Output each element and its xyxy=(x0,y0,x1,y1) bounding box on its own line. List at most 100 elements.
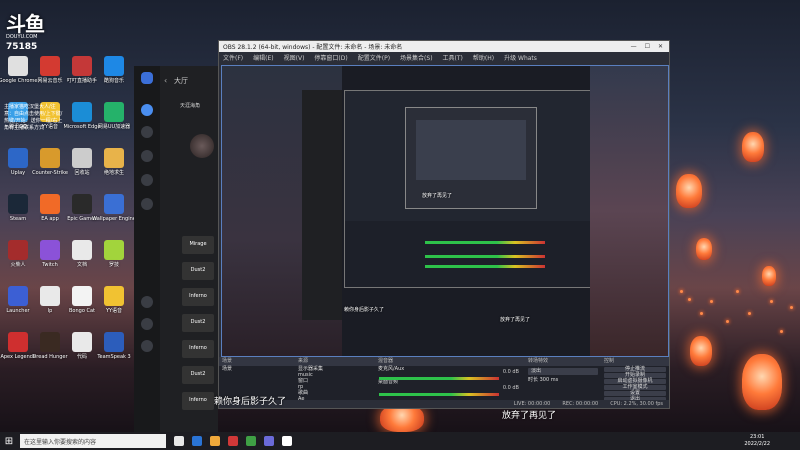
duration-input[interactable]: 300 ms xyxy=(540,377,559,383)
add-icon[interactable] xyxy=(141,150,153,162)
map-tile-label: Mirage xyxy=(189,241,207,247)
desktop-icon[interactable]: TeamSpeak 3 xyxy=(97,332,131,360)
menu-item[interactable]: 帮助(H) xyxy=(473,53,494,62)
map-tile[interactable]: Dust2 xyxy=(182,262,214,280)
desktop-icon[interactable]: 绝地求生 xyxy=(98,148,130,176)
desktop-icon-label: Steam xyxy=(9,216,27,222)
home-icon[interactable] xyxy=(141,104,153,116)
menu-item[interactable]: 工具(T) xyxy=(443,53,463,62)
map-tile[interactable]: Inferno xyxy=(182,392,214,410)
map-tile-label: Inferno xyxy=(189,293,207,299)
windows-start-icon[interactable]: ⊞ xyxy=(0,432,18,450)
settings-icon[interactable] xyxy=(141,340,153,352)
obs-dock: 场景 场景 来源 显示器采集 music 窗口 rp 歌曲 Ae 混音器 麦克风/Aux … xyxy=(219,357,669,408)
taskbar-search-input[interactable]: 在这里输入你要搜索的内容 xyxy=(20,434,166,448)
app-icon xyxy=(72,286,92,306)
lantern-icon xyxy=(696,238,712,260)
mixer-db: 0.0 dB xyxy=(502,369,519,375)
menu-item[interactable]: 编辑(E) xyxy=(253,53,273,62)
taskbar: ⊞ 在这里输入你要搜索的内容 23:01 2022/2/22 xyxy=(0,432,800,450)
scene-item[interactable]: 场景 xyxy=(219,366,295,373)
map-tile[interactable]: Dust2 xyxy=(182,366,214,384)
lobby-title: 大厅 xyxy=(174,77,188,85)
desktop-icon-label: 回收站 xyxy=(74,170,90,176)
taskbar-app-icon[interactable] xyxy=(228,436,238,446)
desktop-icon[interactable]: Launcher xyxy=(2,286,34,314)
desktop-icon[interactable]: 酷狗音乐 xyxy=(98,56,130,84)
menu-item[interactable]: 视图(V) xyxy=(284,53,305,62)
desktop-icon[interactable]: Uplay xyxy=(2,148,34,176)
friends-icon[interactable] xyxy=(141,126,153,138)
minimize-button[interactable]: — xyxy=(631,43,637,50)
mixer-meter xyxy=(379,377,499,380)
map-tile-label: Inferno xyxy=(189,397,207,403)
desktop-icon[interactable]: 回收站 xyxy=(66,148,98,176)
close-button[interactable]: ✕ xyxy=(658,43,663,50)
app-icon xyxy=(40,194,60,214)
taskbar-clock[interactable]: 23:01 2022/2/22 xyxy=(744,434,770,448)
taskbar-app-icon[interactable] xyxy=(210,436,220,446)
app-icon xyxy=(72,332,92,352)
obs-window: OBS 28.1.2 (64-bit, windows) - 配置文件: 未命名… xyxy=(218,40,670,409)
menu-item[interactable]: 配置文件(P) xyxy=(358,53,390,62)
menu-item[interactable]: 场景集合(S) xyxy=(400,53,433,62)
taskbar-app-icon[interactable] xyxy=(282,436,292,446)
menu-item[interactable]: 停靠窗口(D) xyxy=(314,53,347,62)
maximize-button[interactable]: ☐ xyxy=(645,43,650,50)
app-logo-icon[interactable] xyxy=(141,72,153,84)
desktop-icon[interactable]: 叮叮直播助手 xyxy=(66,56,98,84)
taskbar-app-icon[interactable] xyxy=(264,436,274,446)
desktop-icon[interactable]: Google Chrome xyxy=(0,56,37,84)
desktop-icon-label: Microsoft Edge xyxy=(63,124,101,130)
back-icon[interactable]: ‹ xyxy=(164,76,167,85)
desktop-icon-label: YY语音 xyxy=(105,308,123,314)
desktop-icon[interactable]: 文档 xyxy=(66,240,98,268)
desktop-icon[interactable]: EA app xyxy=(34,194,66,222)
desktop-icon-label: Wallpaper Engine xyxy=(92,216,136,222)
add-icon[interactable] xyxy=(141,198,153,210)
taskbar-app-icon[interactable] xyxy=(192,436,202,446)
map-tile-label: Dust2 xyxy=(190,371,206,377)
app-icon xyxy=(104,240,124,260)
desktop-icon[interactable]: Bongo Cat xyxy=(66,286,98,314)
desktop-icon[interactable]: Twitch xyxy=(34,240,66,268)
map-tile-label: Dust2 xyxy=(190,267,206,273)
add-icon[interactable] xyxy=(141,174,153,186)
desktop-icon[interactable]: 网易云音乐 xyxy=(34,56,66,84)
desktop-icon[interactable]: lp xyxy=(34,286,66,314)
mixer-db: 0.0 dB xyxy=(502,385,519,391)
map-tile[interactable]: Dust2 xyxy=(182,314,214,332)
map-tile[interactable]: Mirage xyxy=(182,236,214,254)
desktop-icon[interactable]: 代码 xyxy=(66,332,98,360)
desktop-icon[interactable]: Counter-Strike xyxy=(32,148,68,176)
search-icon[interactable] xyxy=(141,296,153,308)
desktop-icon[interactable]: YY语音 xyxy=(98,286,130,314)
menu-item[interactable]: 升级 Whats xyxy=(504,53,537,62)
desktop-icon[interactable]: 网易UU加速器 xyxy=(98,102,130,130)
lobby-app-rail xyxy=(134,66,160,434)
nested-obs-preview: 放弃了再见了 xyxy=(344,90,592,288)
taskbar-app-icon[interactable] xyxy=(246,436,256,446)
map-tile[interactable]: Inferno xyxy=(182,340,214,358)
douyu-logo: 斗鱼 xyxy=(6,12,45,36)
app-icon xyxy=(8,240,28,260)
desktop-icon[interactable]: Steam xyxy=(2,194,34,222)
desktop-icon[interactable]: Microsoft Edge xyxy=(63,102,101,130)
desktop-icon-label: EA app xyxy=(41,216,59,222)
desktop-icon[interactable]: Wallpaper Engine xyxy=(92,194,136,222)
menu-item[interactable]: 文件(F) xyxy=(223,53,243,62)
desktop-icon[interactable]: Apex Legends xyxy=(0,332,36,360)
map-tile[interactable]: Inferno xyxy=(182,288,214,306)
transition-select[interactable]: 淡出 xyxy=(528,368,598,375)
desktop-icon[interactable]: 火柴人 xyxy=(2,240,34,268)
desktop-icon-label: TeamSpeak 3 xyxy=(97,354,131,360)
mixer-meter xyxy=(379,393,499,396)
desktop-icon[interactable]: 罗技 xyxy=(98,240,130,268)
taskbar-app-icon[interactable] xyxy=(174,436,184,446)
desktop-icon[interactable]: Dread Hunger xyxy=(32,332,68,360)
desktop-icon-label: Launcher xyxy=(6,308,30,314)
obs-preview[interactable]: 放弃了再见了 赖你身后影子久了 放弃了再见了 xyxy=(221,65,669,357)
douyu-overlay: 斗鱼 DOUYU.COM 75185 xyxy=(6,8,56,52)
headset-icon[interactable] xyxy=(141,318,153,330)
lantern-icon xyxy=(676,174,702,208)
